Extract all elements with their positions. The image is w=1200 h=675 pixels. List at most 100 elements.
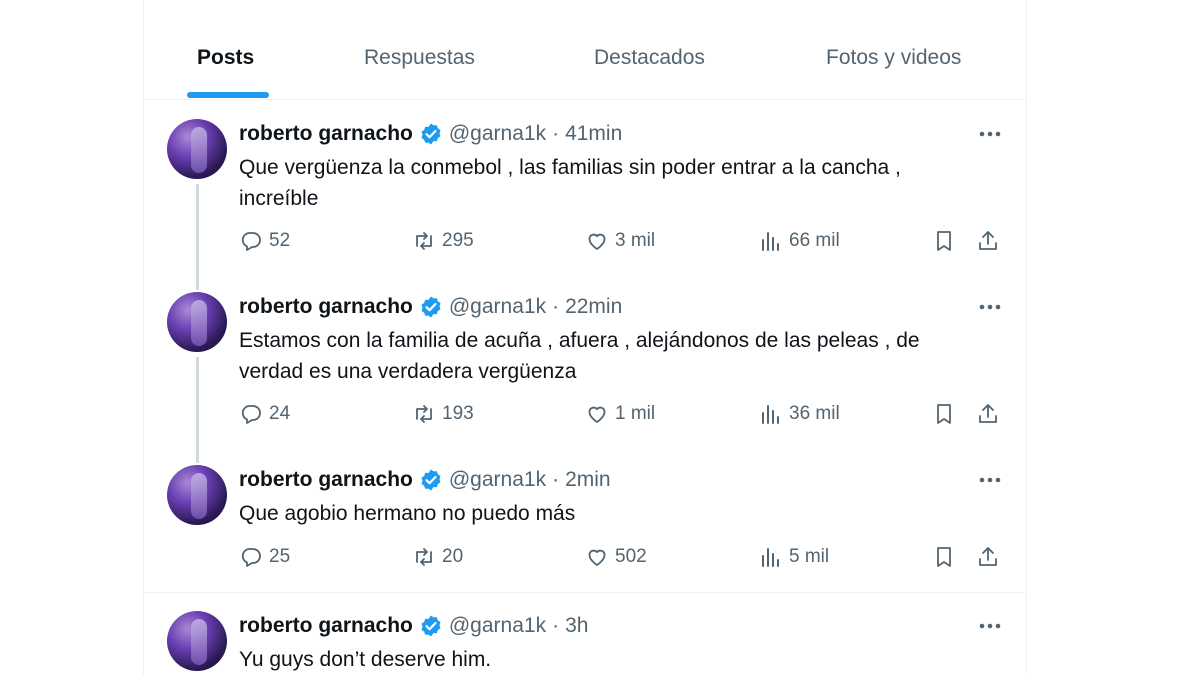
tab-respuestas[interactable]: Respuestas: [364, 46, 475, 70]
repost-arrows-icon: [416, 405, 432, 423]
timestamp[interactable]: 22min: [565, 295, 622, 319]
avatar[interactable]: [167, 465, 227, 525]
like-button[interactable]: 3 mil: [585, 229, 655, 253]
timestamp[interactable]: 41min: [565, 122, 622, 146]
repost-button[interactable]: 295: [412, 229, 474, 253]
speech-bubble-icon: [241, 548, 261, 567]
tweet-actions: 24 193 1 mil 36 mil: [239, 402, 1019, 432]
share-upload-icon: [979, 404, 997, 423]
speech-bubble-icon: [241, 232, 261, 251]
timestamp[interactable]: 2min: [565, 468, 611, 492]
tweet-header: roberto garnacho @garna1k · 22min: [239, 293, 622, 321]
more-dots-icon[interactable]: [975, 616, 1005, 636]
share-button[interactable]: [976, 402, 1000, 426]
timestamp[interactable]: 3h: [565, 614, 588, 638]
tweet-text: Estamos con la familia de acuña , afuera…: [239, 325, 979, 387]
repost-arrows-icon: [416, 232, 432, 250]
tab-fotos-y-videos[interactable]: Fotos y videos: [826, 46, 961, 70]
tweet-1[interactable]: roberto garnacho @garna1k · 41min Que ve…: [144, 100, 1026, 290]
repost-button[interactable]: 193: [412, 402, 474, 426]
bookmark-icon: [937, 404, 951, 424]
separator-dot: ·: [552, 295, 560, 318]
tweet-text: Que agobio hermano no puedo más: [239, 498, 979, 529]
like-button[interactable]: 502: [585, 545, 647, 569]
tweet-header: roberto garnacho @garna1k · 41min: [239, 120, 622, 148]
share-upload-icon: [979, 231, 997, 250]
views-button[interactable]: 5 mil: [759, 545, 829, 569]
author-handle[interactable]: @garna1k: [449, 122, 546, 146]
reply-button[interactable]: 24: [239, 402, 290, 426]
like-count: 502: [615, 546, 647, 567]
bar-chart-icon: [762, 548, 779, 567]
tweet-text-line: increíble: [239, 187, 319, 210]
tweet-3[interactable]: roberto garnacho @garna1k · 2min Que ago…: [144, 446, 1026, 592]
share-button[interactable]: [976, 229, 1000, 253]
reply-button[interactable]: 52: [239, 229, 290, 253]
bookmark-button[interactable]: [932, 545, 956, 569]
bar-chart-icon: [762, 232, 779, 251]
more-dots-icon[interactable]: [975, 470, 1005, 490]
tweet-text-line: Que vergüenza la conmebol , las familias…: [239, 156, 901, 179]
author-name[interactable]: roberto garnacho: [239, 614, 413, 638]
tweet-actions: 25 20 502 5 mil: [239, 545, 1019, 575]
views-button[interactable]: 36 mil: [759, 402, 840, 426]
heart-icon: [588, 233, 606, 250]
heart-icon: [588, 549, 606, 566]
share-upload-icon: [979, 547, 997, 566]
speech-bubble-icon: [241, 405, 261, 424]
bookmark-button[interactable]: [932, 229, 956, 253]
timeline-column: Posts Respuestas Destacados Fotos y vide…: [143, 0, 1027, 675]
separator-dot: ·: [552, 122, 560, 145]
tweet-text-line: Que agobio hermano no puedo más: [239, 502, 576, 525]
profile-tabs: Posts Respuestas Destacados Fotos y vide…: [144, 0, 1026, 100]
avatar[interactable]: [167, 119, 227, 179]
tweet-text-line: Estamos con la familia de acuña , afuera…: [239, 329, 920, 352]
tweet-text: Que vergüenza la conmebol , las familias…: [239, 152, 979, 214]
repost-button[interactable]: 20: [412, 545, 463, 569]
repost-count: 20: [442, 546, 464, 567]
author-name[interactable]: roberto garnacho: [239, 122, 413, 146]
avatar[interactable]: [167, 292, 227, 352]
tweet-text-line: Yu guys don’t deserve him.: [239, 648, 492, 671]
view-count: 5 mil: [789, 546, 830, 567]
tweet-2[interactable]: roberto garnacho @garna1k · 22min Estamo…: [144, 273, 1026, 463]
avatar[interactable]: [167, 611, 227, 671]
repost-arrows-icon: [416, 548, 432, 566]
author-handle[interactable]: @garna1k: [449, 295, 546, 319]
tab-destacados[interactable]: Destacados: [594, 46, 705, 70]
like-count: 1 mil: [615, 403, 656, 424]
verified-badge-icon: [421, 296, 441, 318]
bar-chart-icon: [762, 405, 779, 424]
share-button[interactable]: [976, 545, 1000, 569]
author-handle[interactable]: @garna1k: [449, 614, 546, 638]
tweet-4[interactable]: roberto garnacho @garna1k · 3h Yu guys d…: [144, 593, 1026, 675]
like-count: 3 mil: [615, 230, 656, 251]
tweet-header: roberto garnacho @garna1k · 2min: [239, 466, 611, 494]
tweet-text-line: verdad es una verdadera vergüenza: [239, 360, 577, 383]
separator-dot: ·: [552, 468, 560, 491]
author-name[interactable]: roberto garnacho: [239, 468, 413, 492]
verified-badge-icon: [421, 469, 441, 491]
more-dots-icon[interactable]: [975, 124, 1005, 144]
separator-dot: ·: [552, 614, 560, 637]
tweet-text: Yu guys don’t deserve him.: [239, 644, 979, 675]
active-tab-indicator: [187, 92, 269, 98]
more-dots-icon[interactable]: [975, 297, 1005, 317]
reply-count: 24: [269, 403, 291, 424]
tab-posts[interactable]: Posts: [197, 46, 254, 70]
author-handle[interactable]: @garna1k: [449, 468, 546, 492]
views-button[interactable]: 66 mil: [759, 229, 840, 253]
author-name[interactable]: roberto garnacho: [239, 295, 413, 319]
bookmark-icon: [937, 231, 951, 251]
reply-button[interactable]: 25: [239, 545, 290, 569]
bookmark-button[interactable]: [932, 402, 956, 426]
like-button[interactable]: 1 mil: [585, 402, 655, 426]
view-count: 36 mil: [789, 403, 840, 424]
reply-count: 52: [269, 230, 291, 251]
repost-count: 295: [442, 230, 474, 251]
tweet-actions: 52 295 3 mil 66 mil: [239, 229, 1019, 259]
bookmark-icon: [937, 547, 951, 567]
view-count: 66 mil: [789, 230, 840, 251]
heart-icon: [588, 406, 606, 423]
verified-badge-icon: [421, 123, 441, 145]
